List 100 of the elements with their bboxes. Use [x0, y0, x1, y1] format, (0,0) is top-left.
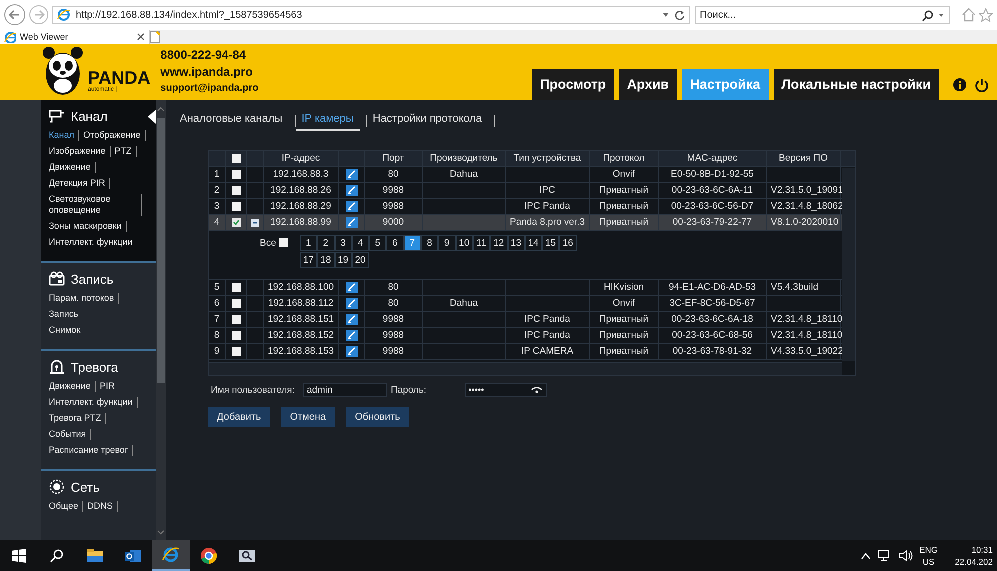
dropdown-icon[interactable]	[662, 11, 670, 19]
scroll-down-icon[interactable]	[157, 530, 165, 536]
tab[interactable]: IP камеры	[296, 111, 360, 131]
channel-button[interactable]: 3	[334, 235, 352, 251]
clock[interactable]: 10:31 22.04.202	[955, 544, 993, 568]
checkbox-icon[interactable]	[232, 283, 240, 292]
star-icon[interactable]	[979, 8, 993, 22]
channel-button[interactable]: 12	[490, 235, 508, 251]
channel-button[interactable]: 4	[352, 235, 370, 251]
sidebar-item[interactable]: PTZ	[114, 146, 137, 157]
info-icon[interactable]	[953, 78, 967, 92]
sidebar-item[interactable]: Светозвуковое оповещение	[49, 194, 142, 216]
network-icon[interactable]	[878, 550, 892, 562]
sidebar-item[interactable]: Снимок	[49, 325, 85, 336]
browser-tab[interactable]: Web Viewer	[0, 30, 150, 44]
username-field[interactable]: admin	[302, 383, 387, 397]
sidebar-item[interactable]: PIR	[100, 381, 119, 392]
chevron-up-icon[interactable]	[860, 552, 871, 560]
channel-button[interactable]: 2	[317, 235, 335, 251]
tab[interactable]: Аналоговые каналы	[180, 111, 289, 131]
channel-button[interactable]: 14	[524, 235, 542, 251]
sidebar-item[interactable]: DDNS	[87, 501, 118, 512]
show-password-icon[interactable]	[530, 386, 543, 394]
address-field[interactable]: http://192.168.88.134/index.html?_1587539654563	[52, 6, 690, 24]
checkbox-icon[interactable]	[232, 170, 240, 179]
channel-button[interactable]: 1	[300, 235, 318, 251]
password-field[interactable]: •••••	[464, 383, 547, 397]
section-title[interactable]: Сеть	[71, 480, 100, 494]
sidebar-item[interactable]: Зоны маскировки	[49, 221, 127, 232]
sidebar-item[interactable]: Движение	[49, 162, 96, 173]
sidebar-item[interactable]: Детекция PIR	[49, 178, 110, 189]
horizontal-scrollbar[interactable]	[209, 362, 842, 375]
sidebar-item[interactable]: Отображение	[83, 130, 146, 141]
checkbox-icon[interactable]	[232, 186, 240, 195]
power-icon[interactable]	[975, 78, 989, 92]
sidebar-item[interactable]: Общее	[49, 501, 84, 512]
action-button[interactable]: Добавить	[208, 407, 270, 427]
sidebar-item[interactable]: Движение	[49, 381, 96, 392]
nav-tab[interactable]: Просмотр	[532, 69, 614, 100]
channel-button[interactable]: 13	[508, 235, 525, 251]
scrollbar[interactable]	[156, 100, 166, 540]
tab[interactable]: Настройки протокола	[372, 111, 488, 131]
channel-button[interactable]: 9	[438, 235, 456, 251]
section-title[interactable]: Канал	[71, 108, 108, 124]
section-title[interactable]: Тревога	[71, 360, 118, 374]
action-button[interactable]: Отмена	[281, 407, 336, 427]
channel-button[interactable]: 15	[542, 235, 560, 251]
checkbox-icon[interactable]	[232, 315, 240, 324]
scroll-up-icon[interactable]	[157, 106, 165, 112]
collapse-row-icon[interactable]	[251, 218, 259, 226]
edit-icon[interactable]	[346, 217, 358, 228]
language-indicator[interactable]: ENG US	[920, 544, 938, 568]
checkbox-icon[interactable]	[232, 154, 240, 163]
sidebar-item[interactable]: Изображение	[49, 146, 111, 157]
channel-button[interactable]: 8	[421, 235, 438, 251]
sidebar-item[interactable]: Канал	[49, 130, 80, 141]
edit-icon[interactable]	[346, 330, 358, 341]
edit-icon[interactable]	[346, 298, 358, 309]
channel-button[interactable]: 19	[334, 252, 352, 268]
edit-icon[interactable]	[346, 282, 358, 293]
channel-button[interactable]: 16	[559, 235, 577, 251]
sidebar-item[interactable]: События	[49, 429, 92, 440]
checkbox-icon[interactable]	[232, 202, 240, 211]
checkbox-icon[interactable]	[232, 331, 240, 340]
sidebar-item[interactable]: Интеллект. функции	[49, 397, 138, 408]
channel-button[interactable]: 10	[456, 235, 473, 251]
edit-icon[interactable]	[346, 169, 358, 180]
close-icon[interactable]	[137, 33, 145, 41]
refresh-icon[interactable]	[675, 10, 685, 20]
nav-tab[interactable]: Архив	[619, 69, 678, 100]
checked-checkbox-icon[interactable]	[232, 218, 240, 227]
channel-button[interactable]: 17	[300, 252, 318, 268]
channel-button[interactable]: 11	[472, 235, 490, 251]
channel-button[interactable]: 20	[352, 252, 370, 268]
nav-tab[interactable]: Локальные настройки	[774, 69, 939, 100]
sidebar-item[interactable]: Расписание тревог	[49, 445, 134, 456]
edit-icon[interactable]	[346, 185, 358, 196]
table-cell: Приватный	[590, 328, 659, 343]
sidebar-item[interactable]: Интеллект. функции	[49, 237, 137, 248]
search-icon[interactable]	[922, 10, 934, 22]
channel-button[interactable]: 5	[369, 235, 386, 251]
search-field[interactable]: Поиск...	[695, 6, 950, 24]
action-button[interactable]: Обновить	[346, 407, 410, 427]
sidebar-item[interactable]: Тревога PTZ	[49, 413, 106, 424]
channel-button[interactable]: 6	[386, 235, 404, 251]
vertical-scrollbar[interactable]	[842, 168, 855, 361]
edit-icon[interactable]	[346, 314, 358, 325]
volume-icon[interactable]	[898, 550, 913, 562]
back-icon[interactable]	[4, 4, 26, 26]
new-tab-icon[interactable]	[150, 31, 162, 44]
checkbox-icon[interactable]	[232, 347, 240, 356]
section-title[interactable]: Запись	[71, 272, 114, 286]
sidebar-item[interactable]: Запись	[49, 309, 83, 320]
checkbox-icon[interactable]	[279, 238, 288, 247]
sidebar-item[interactable]: Парам. потоков	[49, 293, 120, 304]
edit-icon[interactable]	[346, 201, 358, 212]
channel-button[interactable]: 18	[317, 252, 335, 268]
checkbox-icon[interactable]	[232, 299, 240, 308]
edit-icon[interactable]	[346, 346, 358, 357]
dropdown-icon[interactable]	[938, 12, 945, 19]
